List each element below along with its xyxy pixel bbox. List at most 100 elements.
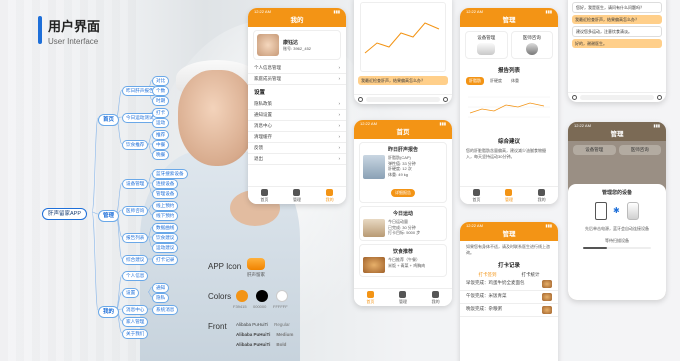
font-label: Front	[208, 322, 227, 331]
tab-checkin-stats[interactable]: 打卡统计	[522, 272, 540, 278]
chat-input-bar[interactable]	[568, 92, 666, 102]
chevron-right-icon: ›	[338, 156, 341, 161]
exercise-card[interactable]: 今日运动 今日运动量 已完成: 30 分钟 打卡目标: 5000 步	[359, 206, 447, 241]
scan-progress-fill	[583, 247, 607, 249]
user-icon	[432, 290, 440, 298]
list-item[interactable]: 家庭成员管理 ›	[248, 74, 346, 85]
color-swatch	[276, 290, 288, 302]
tab-manage[interactable]: 管理	[505, 188, 513, 203]
profile-id: 账号: 3962_452	[283, 45, 312, 51]
tab-manage[interactable]: 管理	[399, 290, 407, 305]
settings-item[interactable]: 通知设置 ›	[248, 110, 346, 121]
tab-manage[interactable]: 管理	[293, 188, 301, 203]
tab-mine[interactable]: 我的	[326, 188, 334, 203]
manage-icon	[399, 290, 407, 298]
profile-name: 康钰达	[283, 39, 299, 46]
chevron-right-icon: ›	[338, 123, 341, 128]
detail-report-button[interactable]: 详细报告	[391, 189, 415, 197]
info-line: 今日推荐（午餐）	[388, 257, 420, 262]
chat-chart-line	[364, 22, 440, 54]
advice-text: 您的肝脏脂肪含量偏高，建议减少油腻食物摄入，每天坚持运动30分钟。	[466, 148, 546, 159]
settings-item[interactable]: 退出 ›	[248, 154, 346, 165]
mind-map-leaf: 对比	[152, 76, 170, 86]
doctor-icon	[525, 43, 538, 55]
settings-title: 设置	[254, 90, 266, 96]
profile-card[interactable]: 康钰达 账号: 3962_452	[253, 30, 341, 60]
checkin-entry[interactable]: 早饭完成：鸡蛋牛奶全麦面包	[460, 278, 558, 291]
home-icon	[472, 188, 480, 196]
mind-map-leaf: 连接设备	[152, 179, 179, 189]
chat-input[interactable]	[580, 95, 654, 100]
info-line: 打卡目标: 5000 步	[388, 230, 421, 235]
status-bar: 12:22 AM ▮▮▮	[466, 223, 552, 228]
mic-icon[interactable]	[572, 95, 577, 100]
chat-input-bar[interactable]	[354, 94, 452, 104]
phone-doctor-chat-screen: 您好，我是医生，请问有什么问题吗？ 我最近检查肝声，结果偏高怎么办？ 建议您多运动，…	[568, 0, 666, 102]
mind-map-node: 设备管理	[122, 179, 149, 189]
mind-map-leaf: 通知	[152, 283, 170, 293]
mind-map-branch: 管理	[98, 210, 120, 222]
mind-map-leaf: 个数	[152, 86, 170, 96]
checkin-entry[interactable]: 午饭完成：米饭青菜	[460, 291, 558, 304]
mind-map-leaf: 推荐	[152, 130, 170, 140]
tab-checkin[interactable]: 打卡签到	[479, 272, 497, 278]
tab-mine[interactable]: 我的	[432, 290, 440, 305]
report-card[interactable]: 昨日肝声报告 肝脂肪(CAP) 弹性值: 33 分钟 肝硬度: 12 次体重: 49…	[359, 142, 447, 203]
mind-map-node: 饮食推荐	[122, 140, 149, 150]
mic-icon[interactable]	[358, 97, 363, 102]
font-weight: Bold	[276, 342, 287, 347]
chat-input[interactable]	[366, 97, 440, 102]
doctor-consult-button[interactable]: 医师咨询	[510, 31, 553, 59]
chevron-right-icon: ›	[338, 134, 341, 139]
mind-map-branch: 首页	[98, 114, 120, 126]
chart-tab[interactable]: 体重	[508, 77, 522, 85]
emoji-icon[interactable]	[443, 97, 448, 102]
mind-map-node: 消息中心	[122, 305, 149, 315]
phone-device-icon	[595, 202, 607, 220]
checkin-entry[interactable]: 晚饭完成：杂粮粥	[460, 304, 558, 317]
settings-item[interactable]: 清理缓存 ›	[248, 132, 346, 143]
font-name: Alibaba PuHuiTi	[236, 332, 271, 337]
device-management-button[interactable]: 设备管理	[465, 31, 508, 59]
font-row: Alibaba PuHuiTi Medium	[236, 332, 293, 337]
diet-card[interactable]: 饮食推荐 今日推荐（午餐） 米饭 + 青菜 + 鸡胸肉	[359, 244, 447, 277]
mind-map-leaf: 运动	[152, 118, 170, 128]
device-icon	[477, 43, 496, 55]
color-swatch	[256, 290, 268, 302]
settings-item[interactable]: 隐私政策 ›	[248, 99, 346, 110]
device-hint: 先后单击电源，蓝牙会自动连接设备	[585, 226, 649, 231]
font-weight: Medium	[276, 332, 294, 337]
doctor-consult-button[interactable]: 医师咨询	[618, 145, 661, 155]
tab-home[interactable]: 首页	[472, 188, 480, 203]
emoji-icon[interactable]	[657, 95, 662, 100]
chart-tab[interactable]: 肝硬度	[487, 77, 505, 85]
list-item-label: 个人信息管理	[254, 65, 281, 70]
avatar	[257, 34, 279, 56]
report-photo	[363, 155, 385, 179]
chat-bubble: 好的，谢谢医生。	[572, 39, 662, 48]
mind-map-root: 肝声留家APP	[42, 208, 88, 220]
mind-map-node: 关于我们	[122, 329, 149, 339]
tab-home[interactable]: 首页	[260, 188, 268, 203]
chevron-right-icon: ›	[338, 145, 341, 150]
list-item[interactable]: 个人信息管理 ›	[248, 63, 346, 74]
tab-home[interactable]: 首页	[366, 290, 374, 305]
info-line: 米饭 + 青菜 + 鸡胸肉	[388, 262, 426, 268]
diet-photo	[363, 257, 385, 273]
checkin-thumb	[542, 293, 552, 301]
scan-status: 等待扫描设备	[605, 237, 629, 243]
user-icon	[326, 188, 334, 196]
manage-icon	[505, 188, 513, 196]
chart-tab[interactable]: 肝脂肪	[466, 77, 484, 85]
device-management-button[interactable]: 设备管理	[573, 145, 616, 155]
mind-map-node: 个人信息	[122, 271, 149, 281]
font-name: Alibaba PuHuiTi	[236, 342, 271, 347]
settings-item[interactable]: 反馈 ›	[248, 143, 346, 154]
chart-tabs: 肝脂肪 肝硬度 体重	[460, 77, 558, 85]
chevron-right-icon: ›	[338, 112, 341, 117]
tab-bar: 首页 管理 我的	[248, 186, 346, 204]
chat-chart-image	[360, 2, 446, 72]
settings-item[interactable]: 消息中心 ›	[248, 121, 346, 132]
tab-mine[interactable]: 我的	[538, 188, 546, 203]
color-swatch-caption: F39415	[233, 304, 247, 309]
